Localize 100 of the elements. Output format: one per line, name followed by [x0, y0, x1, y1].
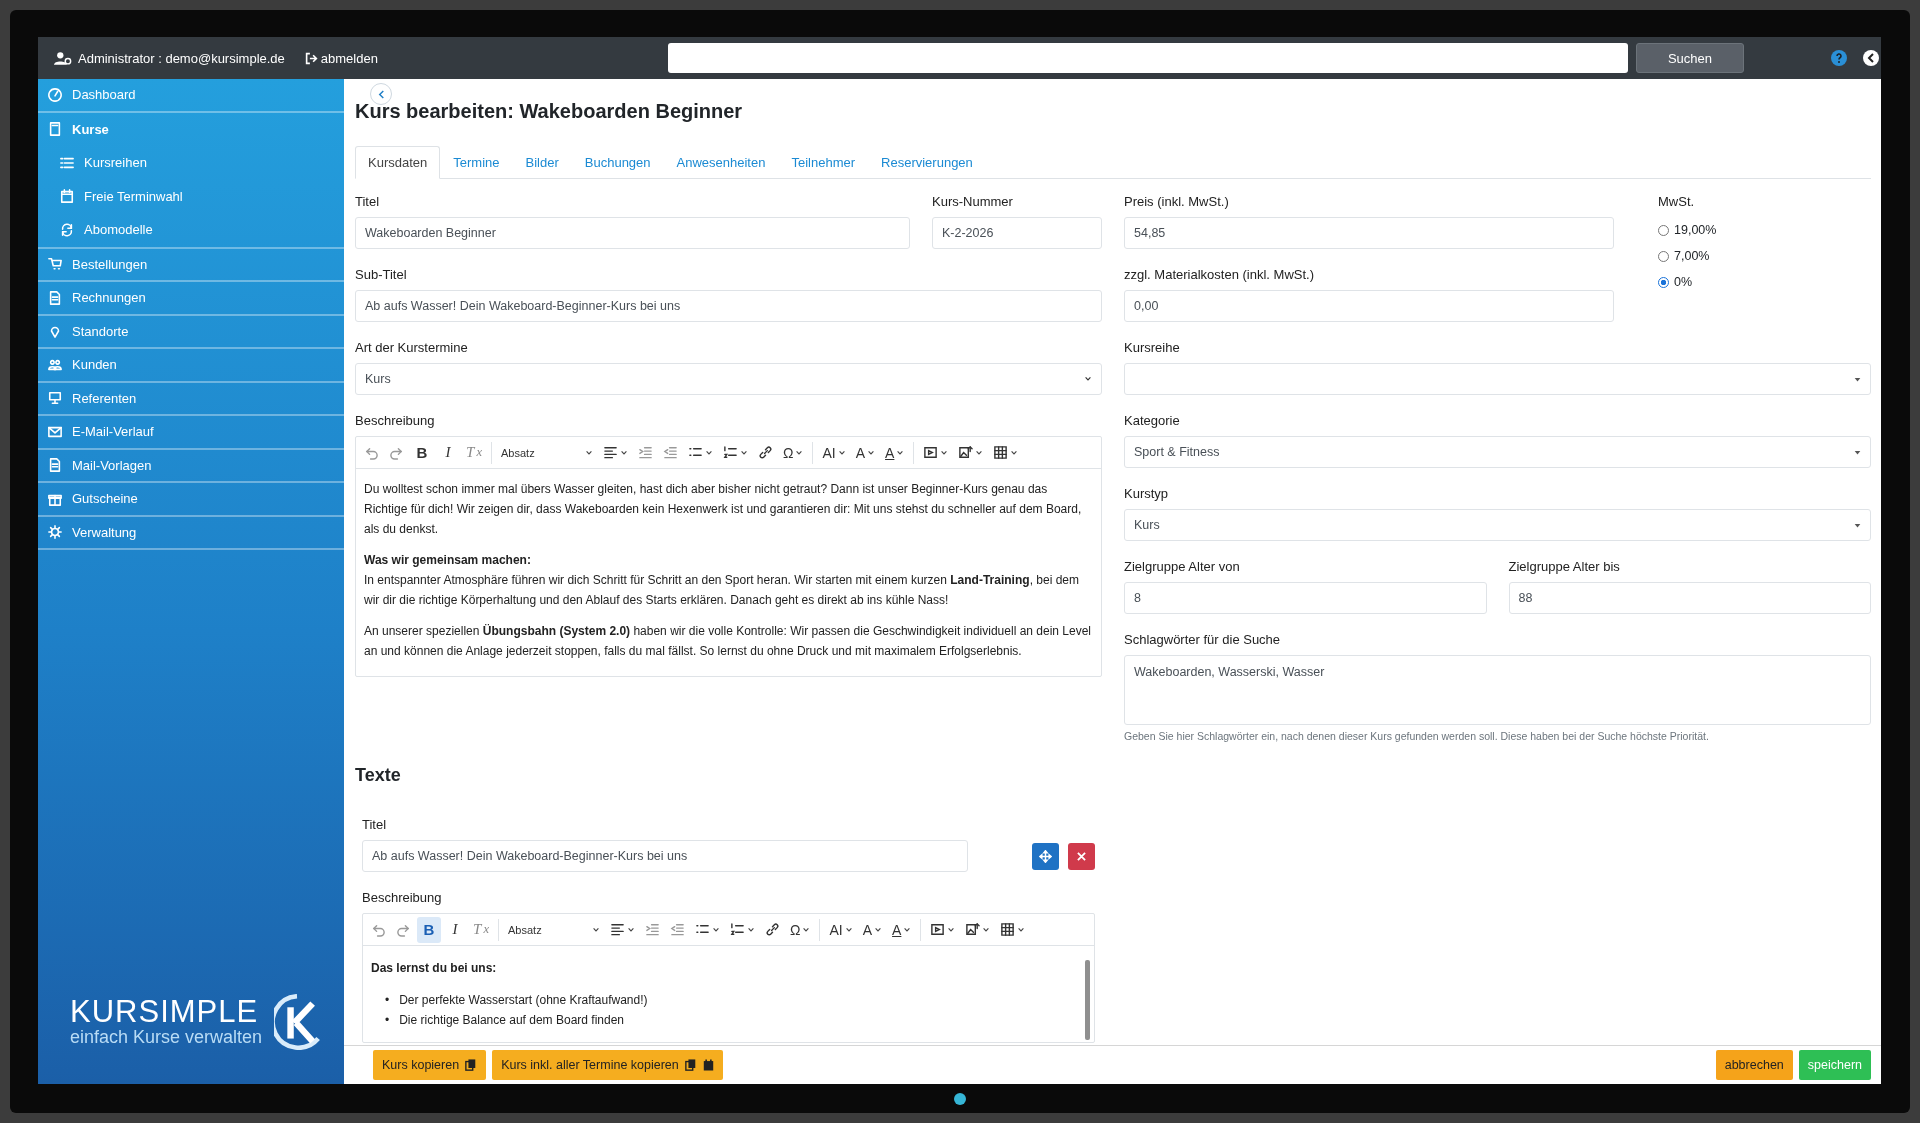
tab[interactable]: Bilder — [512, 146, 572, 179]
numbered-list-icon — [723, 445, 738, 460]
radio-label: 0% — [1674, 275, 1693, 289]
paragraph: In entspannter Atmosphäre führen wir dich Schritt für Schritt an den Sport heran. Wir starten mit einem kurzen Land-Training, bei dem wir dir die richtige Körperhaltung und den Ablauf des Starts erklären. Danach geht es direkt ab ins kühle Nass! — [364, 572, 1080, 609]
italic-button[interactable]: I — [443, 916, 467, 943]
logo-wordmark: KURSIMPLE — [70, 996, 260, 1027]
chevron-down-icon — [585, 448, 593, 457]
align-icon — [610, 922, 625, 937]
chevron-down-icon — [1084, 375, 1092, 383]
font-family-button[interactable]: A — [851, 439, 880, 466]
chevron-left-icon[interactable] — [1863, 50, 1879, 66]
help-icon[interactable] — [1831, 50, 1847, 66]
user-icon — [54, 50, 72, 66]
select-field[interactable]: Sport & Fitness — [1124, 436, 1871, 468]
sidebar-item[interactable]: Mail-Vorlagen — [38, 449, 344, 483]
move-button[interactable] — [1032, 842, 1059, 870]
copy-button[interactable]: Kurs inkl. aller Termine kopieren — [492, 1050, 723, 1080]
input-field[interactable]: 88 — [1508, 582, 1871, 614]
cancel-button[interactable]: abbrechen — [1715, 1050, 1793, 1080]
format-dropdown[interactable]: Absatz — [497, 439, 597, 466]
field-label: Beschreibung — [362, 889, 443, 907]
font-color-button[interactable]: A — [881, 439, 909, 466]
paragraph: Du wolltest schon immer mal übers Wasser gleiten, hast dich aber bisher nicht getraut? Dann ist unser Beginner-Kurs genau das Richtige für dich! Wir zeigen dir, dass Wakeboarden kein Hexenwerk ist und garantieren dir: Mit uns stehst du schneller auf dem Board, als du denkst. — [364, 481, 1083, 538]
input-field[interactable]: Ab aufs Wasser! Dein Wakeboard-Beginner-Kurs bei uns — [362, 840, 968, 872]
outdent-icon — [670, 922, 685, 937]
chevron-down-icon — [592, 925, 600, 934]
scrollbar[interactable] — [1085, 960, 1090, 1040]
input-field[interactable]: 0,00 — [1124, 290, 1614, 322]
special-character-button[interactable]: Ω — [786, 916, 815, 943]
tab[interactable]: Anwesenheiten — [663, 146, 779, 179]
tab[interactable]: Kursdaten — [355, 146, 441, 179]
input-field[interactable]: Ab aufs Wasser! Dein Wakeboard-Beginner-Kurs bei uns — [355, 290, 1102, 322]
field-label: Preis (inkl. MwSt.) — [1124, 193, 1230, 211]
document-icon — [48, 458, 62, 473]
numbered-list-icon — [730, 922, 745, 937]
radio-button[interactable] — [1658, 224, 1669, 236]
format-dropdown[interactable]: Absatz — [504, 916, 604, 943]
page-title: Kurs bearbeiten: Wakeboarden Beginner — [355, 99, 744, 123]
link-icon — [758, 445, 773, 460]
tab[interactable]: Reservierungen — [868, 146, 986, 179]
bold-button[interactable]: B — [410, 439, 434, 466]
play-box-icon — [930, 922, 946, 937]
outdent-icon — [663, 445, 678, 460]
field-label: Art der Kurstermine — [355, 339, 469, 357]
chevron-down-icon — [874, 925, 883, 934]
input-field[interactable]: 54,85 — [1124, 217, 1614, 249]
tab[interactable]: Buchungen — [571, 146, 664, 179]
special-character-button[interactable]: Ω — [779, 439, 808, 466]
chevron-down-icon — [903, 925, 912, 934]
chevron-down-icon — [740, 448, 748, 457]
tab[interactable]: Termine — [440, 146, 513, 179]
tab[interactable]: Teilnehmer — [778, 146, 869, 179]
logo-mark-icon — [274, 994, 321, 1050]
move-arrows-icon — [1039, 849, 1052, 863]
chevron-down-icon — [844, 925, 853, 934]
envelope-icon — [48, 424, 62, 439]
image-icon — [958, 445, 974, 460]
indent-icon — [645, 922, 660, 937]
field-label: Kurs-Nummer — [932, 193, 1014, 211]
paragraph-heading: Was wir gemeinsam machen: — [364, 552, 532, 569]
textarea-field[interactable]: Wakeboarden, Wasserski, Wasser — [1124, 655, 1871, 725]
sidebar-item[interactable]: E-Mail-Verlauf — [38, 416, 344, 450]
italic-button[interactable]: I — [436, 439, 460, 466]
document-icon — [48, 290, 62, 305]
logout-link[interactable]: abmelden — [304, 50, 378, 66]
select-field[interactable] — [1124, 363, 1871, 395]
users-icon — [48, 357, 62, 372]
sidebar-item[interactable]: Gutscheine — [38, 483, 344, 517]
search-field[interactable] — [667, 43, 1628, 73]
field-label: Beschreibung — [355, 412, 436, 430]
radio-label: 7,00% — [1674, 249, 1710, 263]
sidebar-item[interactable]: Referenten — [38, 382, 344, 416]
radio-button[interactable] — [1658, 276, 1669, 288]
bullet-marker: • — [385, 992, 390, 1009]
table-icon — [993, 445, 1009, 460]
sidebar-item[interactable]: Verwaltung — [38, 516, 344, 550]
select-field[interactable]: Kurs — [355, 363, 1102, 395]
select-field[interactable]: Kurs — [1124, 509, 1871, 541]
help-text: Geben Sie hier Schlagwörter ein, nach denen dieser Kurs gefunden werden soll. Diese haben bei der Suche höchste Priorität. — [1124, 730, 1710, 742]
sidebar-item[interactable]: Kunden — [38, 349, 344, 383]
calendar-icon — [702, 1059, 714, 1071]
input-field[interactable]: 8 — [1124, 582, 1487, 614]
chevron-left-icon — [376, 89, 386, 99]
copy-button[interactable]: Kurs kopieren — [373, 1050, 487, 1080]
gauge-icon — [48, 87, 62, 102]
font-size-button[interactable]: AI — [825, 916, 857, 943]
collapse-sidebar-button[interactable] — [370, 83, 392, 105]
delete-button[interactable] — [1068, 842, 1095, 870]
search-button[interactable]: Suchen — [1635, 43, 1744, 73]
chevron-down-icon — [705, 448, 713, 457]
font-color-button[interactable]: A — [888, 916, 916, 943]
font-family-button[interactable]: A — [858, 916, 887, 943]
power-light — [953, 1092, 966, 1105]
copy-icon — [465, 1059, 478, 1071]
input-field[interactable]: Wakeboarden Beginner — [355, 217, 910, 249]
radio-button[interactable] — [1658, 250, 1669, 262]
font-size-button[interactable]: AI — [818, 439, 850, 466]
input-field[interactable]: K-2-2026 — [932, 217, 1102, 249]
field-label: zzgl. Materialkosten (inkl. MwSt.) — [1124, 266, 1315, 284]
bold-button[interactable]: B — [417, 916, 441, 943]
